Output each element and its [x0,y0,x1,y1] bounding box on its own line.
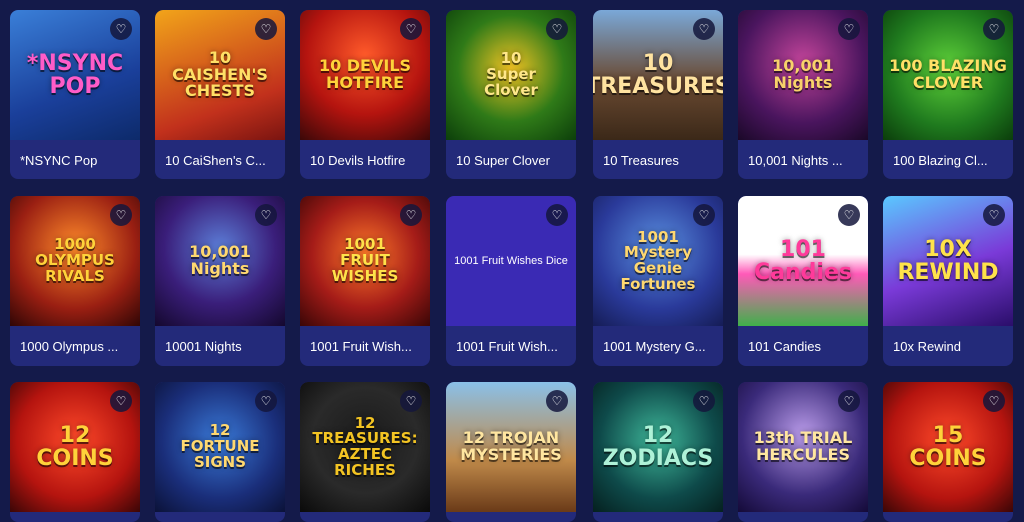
game-title: 1001 Mystery G... [603,339,706,354]
game-title: 10,001 Nights ... [748,153,843,168]
game-thumbnail[interactable]: 12 COINS ♡ [10,382,140,512]
favorite-heart-icon[interactable]: ♡ [838,18,860,40]
game-card[interactable]: 10,001 Nights ♡ 10,001 Nights ... [738,10,868,179]
game-art-text: 12 FORTUNE SIGNS [180,421,260,471]
game-title: 1001 Fruit Wish... [456,339,558,354]
game-title: 10 Treasures [603,153,679,168]
favorite-heart-icon[interactable]: ♡ [255,18,277,40]
game-title: 100 Blazing Cl... [893,153,988,168]
game-card[interactable]: 10 DEVILS HOTFIRE ♡ 10 Devils Hotfire [300,10,430,179]
game-art-text: 101 Candies [754,236,852,285]
game-title: *NSYNC Pop [20,153,98,168]
favorite-heart-icon[interactable]: ♡ [400,18,422,40]
favorite-heart-icon[interactable]: ♡ [546,18,568,40]
game-art-text: 1001 Fruit Wishes Dice [454,255,568,267]
favorite-heart-icon[interactable]: ♡ [255,390,277,412]
game-card[interactable]: 12 TROJAN MYSTERIES ♡ [446,382,576,522]
game-card[interactable]: 1001 FRUIT WISHES ♡ 1001 Fruit Wish... [300,196,430,366]
favorite-heart-icon[interactable]: ♡ [400,204,422,226]
favorite-heart-icon[interactable]: ♡ [693,204,715,226]
game-thumbnail[interactable]: 1001 Mystery Genie Fortunes ♡ [593,196,723,326]
game-thumbnail[interactable]: 1001 FRUIT WISHES ♡ [300,196,430,326]
favorite-heart-icon[interactable]: ♡ [838,204,860,226]
favorite-heart-icon[interactable]: ♡ [983,18,1005,40]
game-art-text: 12 COINS [36,422,114,471]
game-art-text: 12 TREASURES: AZTEC RICHES [312,413,418,479]
game-title: 10 Super Clover [456,153,550,168]
favorite-heart-icon[interactable]: ♡ [546,390,568,412]
game-art-text: 10 DEVILS HOTFIRE [318,56,412,92]
favorite-heart-icon[interactable]: ♡ [110,204,132,226]
game-art-text: 12 TROJAN MYSTERIES [460,428,562,464]
game-card[interactable]: 10 CAISHEN'S CHESTS ♡ 10 CaiShen's C... [155,10,285,179]
game-art-text: 10,001 Nights [772,56,834,92]
game-art-text: 10,001 Nights [189,242,251,278]
game-card[interactable]: 10 Super Clover ♡ 10 Super Clover [446,10,576,179]
game-card[interactable]: 101 Candies ♡ 101 Candies [738,196,868,366]
game-card[interactable]: 12 FORTUNE SIGNS ♡ [155,382,285,522]
game-card[interactable]: 13th TRIAL HERCULES ♡ [738,382,868,522]
game-thumbnail[interactable]: 12 TREASURES: AZTEC RICHES ♡ [300,382,430,512]
game-art-text: 10 Super Clover [484,49,538,99]
game-art-text: 1001 FRUIT WISHES [331,235,399,285]
game-card[interactable]: 1000 OLYMPUS RIVALS ♡ 1000 Olympus ... [10,196,140,366]
games-grid: *NSYNC POP ♡ *NSYNC Pop 10 CAISHEN'S CHESTS… [0,0,1024,522]
game-card[interactable]: *NSYNC POP ♡ *NSYNC Pop [10,10,140,179]
game-thumbnail[interactable]: 1001 Fruit Wishes Dice ♡ [446,196,576,326]
game-thumbnail[interactable]: 12 FORTUNE SIGNS ♡ [155,382,285,512]
game-thumbnail[interactable]: 13th TRIAL HERCULES ♡ [738,382,868,512]
game-thumbnail[interactable]: 10,001 Nights ♡ [155,196,285,326]
game-art-text: 15 COINS [909,422,987,471]
game-art-text: 10 TREASURES [593,50,723,99]
game-card[interactable]: 12 TREASURES: AZTEC RICHES ♡ [300,382,430,522]
game-thumbnail[interactable]: *NSYNC POP ♡ [10,10,140,140]
game-thumbnail[interactable]: 10,001 Nights ♡ [738,10,868,140]
game-card[interactable]: 10 TREASURES ♡ 10 Treasures [593,10,723,179]
game-card[interactable]: 12 ZODIACS ♡ [593,382,723,522]
game-thumbnail[interactable]: 10 TREASURES ♡ [593,10,723,140]
game-title: 10001 Nights [165,339,242,354]
game-title: 10x Rewind [893,339,961,354]
game-art-text: 13th TRIAL HERCULES [753,428,853,464]
game-art-text: 1000 OLYMPUS RIVALS [35,235,115,285]
game-thumbnail[interactable]: 1000 OLYMPUS RIVALS ♡ [10,196,140,326]
game-art-text: 1001 Mystery Genie Fortunes [620,227,696,293]
game-art-text: *NSYNC POP [26,50,124,99]
game-card[interactable]: 10X REWIND ♡ 10x Rewind [883,196,1013,366]
favorite-heart-icon[interactable]: ♡ [983,204,1005,226]
game-title: 1001 Fruit Wish... [310,339,412,354]
favorite-heart-icon[interactable]: ♡ [693,18,715,40]
favorite-heart-icon[interactable]: ♡ [110,18,132,40]
game-thumbnail[interactable]: 101 Candies ♡ [738,196,868,326]
game-title: 10 CaiShen's C... [165,153,266,168]
game-art-text: 10 CAISHEN'S CHESTS [172,47,268,101]
game-art-text: 12 ZODIACS [602,422,714,471]
favorite-heart-icon[interactable]: ♡ [400,390,422,412]
favorite-heart-icon[interactable]: ♡ [838,390,860,412]
game-thumbnail[interactable]: 100 BLAZING CLOVER ♡ [883,10,1013,140]
favorite-heart-icon[interactable]: ♡ [693,390,715,412]
game-title: 1000 Olympus ... [20,339,119,354]
game-thumbnail[interactable]: 10 DEVILS HOTFIRE ♡ [300,10,430,140]
game-card[interactable]: 100 BLAZING CLOVER ♡ 100 Blazing Cl... [883,10,1013,179]
game-art-text: 10X REWIND [897,236,999,285]
game-card[interactable]: 12 COINS ♡ [10,382,140,522]
game-thumbnail[interactable]: 10 CAISHEN'S CHESTS ♡ [155,10,285,140]
game-card[interactable]: 1001 Mystery Genie Fortunes ♡ 1001 Mystery… [593,196,723,366]
game-title: 10 Devils Hotfire [310,153,406,168]
game-card[interactable]: 1001 Fruit Wishes Dice ♡ 1001 Fruit Wish..… [446,196,576,366]
favorite-heart-icon[interactable]: ♡ [110,390,132,412]
favorite-heart-icon[interactable]: ♡ [983,390,1005,412]
game-card[interactable]: 10,001 Nights ♡ 10001 Nights [155,196,285,366]
game-art-text: 100 BLAZING CLOVER [889,56,1007,92]
game-thumbnail[interactable]: 12 TROJAN MYSTERIES ♡ [446,382,576,512]
game-card[interactable]: 15 COINS ♡ [883,382,1013,522]
favorite-heart-icon[interactable]: ♡ [255,204,277,226]
game-thumbnail[interactable]: 12 ZODIACS ♡ [593,382,723,512]
game-thumbnail[interactable]: 10 Super Clover ♡ [446,10,576,140]
game-thumbnail[interactable]: 10X REWIND ♡ [883,196,1013,326]
game-thumbnail[interactable]: 15 COINS ♡ [883,382,1013,512]
game-title: 101 Candies [748,339,821,354]
favorite-heart-icon[interactable]: ♡ [546,204,568,226]
